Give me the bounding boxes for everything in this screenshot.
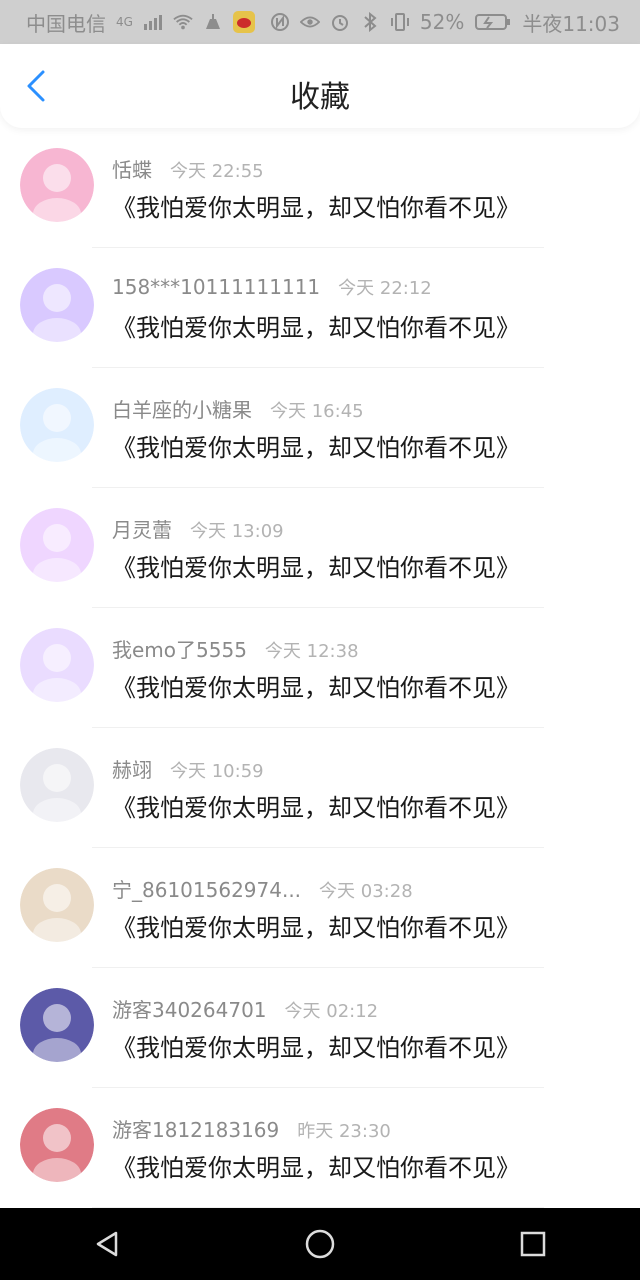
username[interactable]: 月灵蕾 <box>112 514 172 543</box>
timestamp: 昨天 23:30 <box>297 1121 391 1142</box>
username[interactable]: 158***10111111111 <box>112 275 320 299</box>
nav-bar: 收藏 <box>0 44 640 128</box>
signal-icon <box>143 12 163 32</box>
list-item[interactable]: 我emo了5555 今天 12:38 《我怕爱你太明显，却又怕你看不见》 <box>0 608 640 728</box>
message-text: 《我怕爱你太明显，却又怕你看不见》 <box>112 554 520 582</box>
message-text: 《我怕爱你太明显，却又怕你看不见》 <box>112 194 520 222</box>
list-item[interactable]: 游客1812183169 昨天 23:30 《我怕爱你太明显，却又怕你看不见》 <box>0 1088 640 1208</box>
username[interactable]: 游客340264701 <box>112 994 267 1023</box>
message-text: 《我怕爱你太明显，却又怕你看不见》 <box>112 434 520 462</box>
timestamp: 今天 03:28 <box>319 881 413 902</box>
bluetooth-icon <box>360 12 380 32</box>
timestamp: 今天 22:55 <box>170 161 264 182</box>
timestamp: 今天 10:59 <box>170 761 264 782</box>
list-item[interactable]: 赫翊 今天 10:59 《我怕爱你太明显，却又怕你看不见》 <box>0 728 640 848</box>
status-right: 52% 半夜11:03 <box>270 8 620 37</box>
timestamp: 今天 13:09 <box>190 521 284 542</box>
message-text: 《我怕爱你太明显，却又怕你看不见》 <box>112 674 520 702</box>
list-item[interactable]: 月灵蕾 今天 13:09 《我怕爱你太明显，却又怕你看不见》 <box>0 488 640 608</box>
weibo-icon <box>232 11 255 33</box>
network-label: 4G <box>116 15 133 29</box>
circle-home-icon <box>305 1229 335 1259</box>
message-text: 《我怕爱你太明显，却又怕你看不见》 <box>112 314 520 342</box>
status-left: 中国电信 4G <box>26 8 255 37</box>
username[interactable]: 宁_86101562974... <box>112 874 301 903</box>
username[interactable]: 我emo了5555 <box>112 634 247 663</box>
name-row: 游客1812183169 昨天 23:30 <box>112 1114 391 1143</box>
battery-icon <box>474 12 512 32</box>
avatar[interactable] <box>20 388 94 462</box>
home-nav-button[interactable] <box>290 1214 350 1274</box>
avatar[interactable] <box>20 508 94 582</box>
timestamp: 今天 22:12 <box>338 278 432 299</box>
message-text: 《我怕爱你太明显，却又怕你看不见》 <box>112 914 520 942</box>
name-row: 月灵蕾 今天 13:09 <box>112 514 284 543</box>
message-text: 《我怕爱你太明显，却又怕你看不见》 <box>112 794 520 822</box>
username[interactable]: 恬蝶 <box>112 154 152 183</box>
battery-percent: 52% <box>419 10 465 34</box>
name-row: 白羊座的小糖果 今天 16:45 <box>112 394 364 423</box>
avatar[interactable] <box>20 148 94 222</box>
message-text: 《我怕爱你太明显，却又怕你看不见》 <box>112 1154 520 1182</box>
favorites-list: 恬蝶 今天 22:55 《我怕爱你太明显，却又怕你看不见》 158***1011111… <box>0 128 640 1208</box>
back-nav-button[interactable] <box>77 1214 137 1274</box>
timestamp: 今天 16:45 <box>270 401 364 422</box>
avatar[interactable] <box>20 1108 94 1182</box>
name-row: 宁_86101562974... 今天 03:28 <box>112 874 413 903</box>
list-item[interactable]: 宁_86101562974... 今天 03:28 《我怕爱你太明显，却又怕你看不见… <box>0 848 640 968</box>
list-item[interactable]: 158***10111111111 今天 22:12 《我怕爱你太明显，却又怕你看不… <box>0 248 640 368</box>
list-item[interactable]: 白羊座的小糖果 今天 16:45 《我怕爱你太明显，却又怕你看不见》 <box>0 368 640 488</box>
avatar[interactable] <box>20 628 94 702</box>
message-text: 《我怕爱你太明显，却又怕你看不见》 <box>112 1034 520 1062</box>
triangle-back-icon <box>96 1231 117 1257</box>
recents-nav-button[interactable] <box>503 1214 563 1274</box>
username[interactable]: 赫翊 <box>112 754 152 783</box>
cleaner-icon <box>203 12 223 32</box>
page-title: 收藏 <box>290 80 350 115</box>
timestamp: 今天 02:12 <box>284 1001 379 1022</box>
avatar[interactable] <box>20 748 94 822</box>
name-row: 158***10111111111 今天 22:12 <box>112 274 432 300</box>
nfc-icon <box>270 12 290 32</box>
time-label: 半夜11:03 <box>522 11 620 36</box>
avatar[interactable] <box>20 868 94 942</box>
username[interactable]: 白羊座的小糖果 <box>112 394 252 423</box>
avatar[interactable] <box>20 268 94 342</box>
carrier-label: 中国电信 <box>26 11 106 36</box>
square-recents-icon <box>521 1231 546 1257</box>
list-item[interactable]: 恬蝶 今天 22:55 《我怕爱你太明显，却又怕你看不见》 <box>0 128 640 248</box>
list-item[interactable]: 游客340264701 今天 02:12 《我怕爱你太明显，却又怕你看不见》 <box>0 968 640 1088</box>
name-row: 赫翊 今天 10:59 <box>112 754 264 783</box>
name-row: 恬蝶 今天 22:55 <box>112 154 264 183</box>
username[interactable]: 游客1812183169 <box>112 1114 279 1143</box>
system-nav-bar <box>0 1208 640 1280</box>
eye-icon <box>299 12 320 32</box>
timestamp: 今天 12:38 <box>264 641 359 662</box>
avatar[interactable] <box>20 988 94 1062</box>
vibrate-icon <box>390 12 410 32</box>
alarm-icon <box>330 12 350 32</box>
wifi-icon <box>173 12 193 32</box>
status-bar: 中国电信 4G 52% 半夜11:03 <box>0 0 640 44</box>
name-row: 游客340264701 今天 02:12 <box>112 994 378 1023</box>
name-row: 我emo了5555 今天 12:38 <box>112 634 359 663</box>
